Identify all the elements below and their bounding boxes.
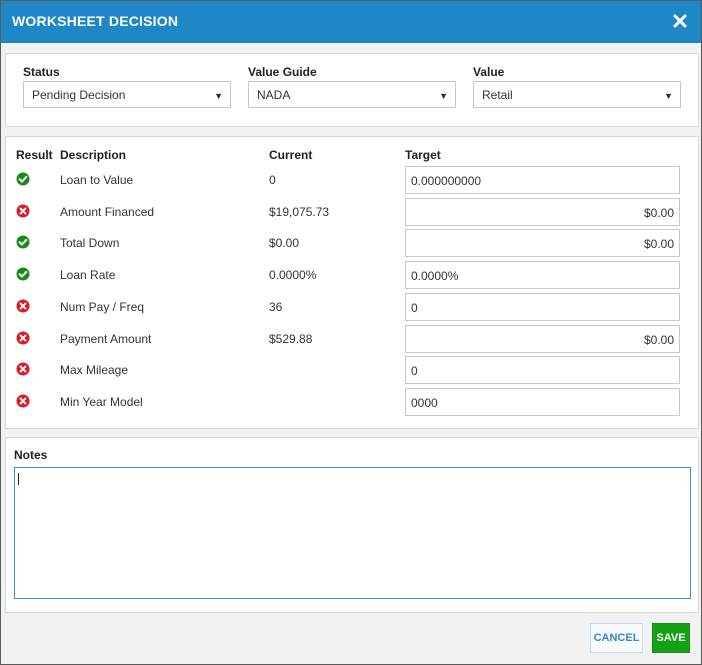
row-current-value: 0.0000% [269, 268, 317, 283]
target-input[interactable]: $0.00 [405, 324, 680, 353]
x-circle-icon [16, 299, 30, 313]
row-description: Total Down [60, 236, 120, 251]
row-current-value: $0.00 [269, 236, 300, 251]
target-input[interactable]: $0.00 [405, 229, 680, 258]
target-input[interactable]: 0.000000000 [405, 166, 680, 194]
save-button[interactable]: SAVE [652, 623, 690, 653]
value-guide-label: Value Guide [248, 65, 317, 79]
chevron-down-icon: ▼ [214, 91, 223, 101]
x-circle-icon [16, 204, 30, 218]
x-circle-icon [16, 331, 30, 345]
target-input[interactable]: $0.00 [405, 197, 680, 226]
row-current-value: $19,075.73 [269, 204, 330, 219]
value-select-value: Retail [482, 88, 513, 102]
row-description: Payment Amount [60, 331, 152, 346]
x-circle-icon [16, 362, 30, 376]
criteria-panel: Result Description Current Target Loan t… [5, 136, 699, 429]
row-description: Amount Financed [60, 204, 155, 219]
filters-panel: Status Pending Decision ▼ Value Guide NA… [5, 53, 699, 127]
notes-label: Notes [14, 448, 48, 462]
value-select[interactable]: Retail ▼ [473, 81, 681, 108]
chevron-down-icon: ▼ [664, 91, 673, 101]
value-label: Value [473, 65, 505, 79]
target-input[interactable]: 0.0000% [405, 261, 680, 290]
value-guide-select-value: NADA [257, 88, 291, 102]
row-description: Max Mileage [60, 363, 129, 378]
worksheet-decision-dialog: WORKSHEET DECISION Status Pending Decisi… [0, 0, 702, 665]
row-description: Loan Rate [60, 268, 116, 283]
target-input[interactable]: 0 [405, 356, 680, 385]
status-select-value: Pending Decision [32, 88, 126, 102]
chevron-down-icon: ▼ [439, 91, 448, 101]
target-column-header: Target [405, 148, 441, 162]
row-description: Loan to Value [60, 173, 134, 187]
dialog-title: WORKSHEET DECISION [12, 13, 179, 29]
status-select[interactable]: Pending Decision ▼ [23, 81, 231, 108]
description-column-header: Description [60, 148, 127, 162]
check-circle-icon [16, 235, 30, 249]
value-guide-select[interactable]: NADA ▼ [248, 81, 456, 108]
result-column-header: Result [16, 148, 53, 162]
row-description: Min Year Model [60, 394, 143, 409]
check-circle-icon [16, 267, 30, 281]
row-current-value: $529.88 [269, 331, 313, 346]
cancel-button[interactable]: CANCEL [590, 623, 643, 653]
check-circle-icon [16, 172, 30, 186]
close-icon[interactable] [669, 10, 691, 32]
row-description: Num Pay / Freq [60, 299, 145, 314]
notes-panel: Notes [5, 437, 699, 613]
row-current-value: 0 [269, 173, 276, 187]
dialog-header: WORKSHEET DECISION [1, 1, 701, 43]
text-cursor [18, 473, 19, 485]
status-label: Status [23, 65, 60, 79]
row-current-value: 36 [269, 299, 283, 314]
x-circle-icon [16, 394, 30, 408]
notes-textarea[interactable] [14, 467, 691, 599]
current-column-header: Current [269, 148, 313, 162]
target-input[interactable]: 0000 [405, 387, 680, 416]
target-input[interactable]: 0 [405, 292, 680, 321]
